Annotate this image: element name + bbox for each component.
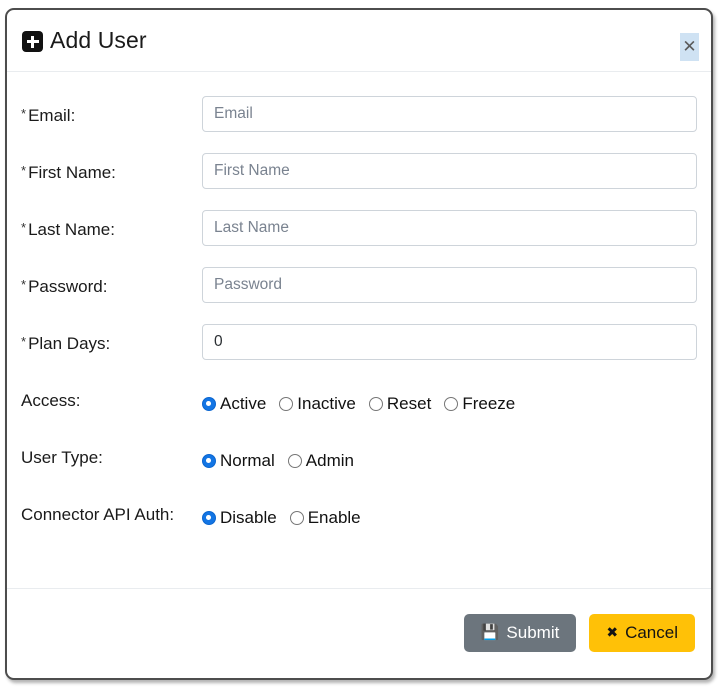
radio-label-normal: Normal (220, 451, 275, 471)
radio-group-connector-api-auth: Disable Enable (202, 495, 697, 528)
required-marker: * (21, 277, 26, 292)
required-marker: * (21, 106, 26, 121)
radio-dot-icon[interactable] (288, 454, 302, 468)
password-input[interactable] (202, 267, 697, 303)
dialog-body: *Email: *First Name: *Last Name: (7, 72, 711, 588)
radio-dot-icon[interactable] (369, 397, 383, 411)
cancel-button[interactable]: ✖ Cancel (589, 614, 695, 652)
radio-user-type-normal[interactable]: Normal (202, 451, 275, 471)
label-email-text: Email: (28, 106, 75, 125)
radio-label-freeze: Freeze (462, 394, 515, 414)
radio-access-reset[interactable]: Reset (369, 394, 431, 414)
field-last-name (202, 204, 697, 246)
form-row-last-name: *Last Name: (21, 204, 697, 261)
label-first-name-text: First Name: (28, 163, 116, 182)
field-connector-api-auth: Disable Enable (202, 489, 697, 528)
radio-user-type-admin[interactable]: Admin (288, 451, 354, 471)
label-plan-days: *Plan Days: (21, 318, 202, 355)
field-first-name (202, 147, 697, 189)
radio-label-disable: Disable (220, 508, 277, 528)
save-floppy-icon: 💾 (481, 625, 500, 640)
form-row-email: *Email: (21, 90, 697, 147)
label-last-name: *Last Name: (21, 204, 202, 241)
radio-label-admin: Admin (306, 451, 354, 471)
radio-dot-icon[interactable] (290, 511, 304, 525)
form-row-access: Access: Active Inactive Rese (21, 375, 697, 432)
radio-dot-icon[interactable] (202, 454, 216, 468)
radio-dot-icon[interactable] (202, 397, 216, 411)
form-row-password: *Password: (21, 261, 697, 318)
label-last-name-text: Last Name: (28, 220, 115, 239)
add-user-dialog: Add User ✕ *Email: *First Name: (5, 8, 713, 680)
submit-button-label: Submit (506, 624, 559, 641)
dialog-title-block: Add User (22, 29, 147, 52)
radio-dot-icon[interactable] (279, 397, 293, 411)
required-marker: * (21, 334, 26, 349)
radio-access-freeze[interactable]: Freeze (444, 394, 515, 414)
field-password (202, 261, 697, 303)
form-row-first-name: *First Name: (21, 147, 697, 204)
field-access: Active Inactive Reset Freeze (202, 375, 697, 414)
add-user-dialog-wrapper: Add User ✕ *Email: *First Name: (5, 8, 715, 682)
label-access: Access: (21, 375, 202, 412)
form-row-plan-days: *Plan Days: (21, 318, 697, 375)
times-icon: ✖ (606, 626, 618, 640)
radio-label-active: Active (220, 394, 266, 414)
form-row-user-type: User Type: Normal Admin (21, 432, 697, 489)
cancel-button-label: Cancel (625, 624, 678, 641)
label-plan-days-text: Plan Days: (28, 334, 110, 353)
submit-button[interactable]: 💾 Submit (464, 614, 577, 652)
label-first-name: *First Name: (21, 147, 202, 184)
dialog-footer: 💾 Submit ✖ Cancel (7, 588, 711, 676)
label-connector-api-auth: Connector API Auth: (21, 489, 202, 526)
last-name-input[interactable] (202, 210, 697, 246)
dialog-header: Add User ✕ (7, 10, 711, 72)
radio-dot-icon[interactable] (444, 397, 458, 411)
email-input[interactable] (202, 96, 697, 132)
first-name-input[interactable] (202, 153, 697, 189)
radio-group-user-type: Normal Admin (202, 438, 697, 471)
plus-square-icon (22, 31, 43, 52)
required-marker: * (21, 220, 26, 235)
dialog-title: Add User (50, 29, 147, 52)
radio-connector-enable[interactable]: Enable (290, 508, 361, 528)
radio-connector-disable[interactable]: Disable (202, 508, 277, 528)
label-password-text: Password: (28, 277, 107, 296)
radio-dot-icon[interactable] (202, 511, 216, 525)
radio-label-reset: Reset (387, 394, 431, 414)
radio-group-access: Active Inactive Reset Freeze (202, 381, 697, 414)
field-plan-days (202, 318, 697, 360)
label-email: *Email: (21, 90, 202, 127)
radio-access-inactive[interactable]: Inactive (279, 394, 356, 414)
plan-days-input[interactable] (202, 324, 697, 360)
label-user-type: User Type: (21, 432, 202, 469)
radio-label-inactive: Inactive (297, 394, 356, 414)
radio-access-active[interactable]: Active (202, 394, 266, 414)
field-email (202, 90, 697, 132)
label-password: *Password: (21, 261, 202, 298)
close-icon[interactable]: ✕ (680, 33, 699, 61)
radio-label-enable: Enable (308, 508, 361, 528)
form-row-connector-api-auth: Connector API Auth: Disable Enable (21, 489, 697, 546)
field-user-type: Normal Admin (202, 432, 697, 471)
required-marker: * (21, 163, 26, 178)
